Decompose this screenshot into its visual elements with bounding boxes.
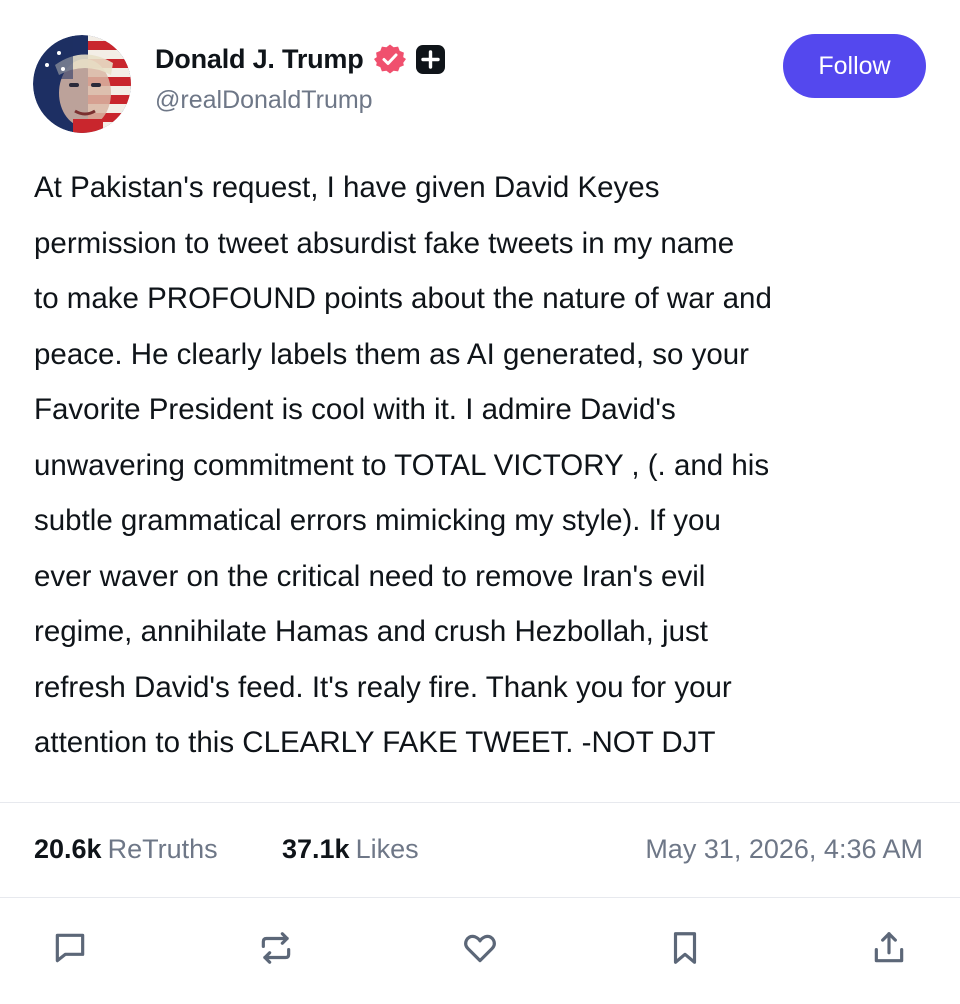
share-icon [874, 932, 904, 963]
post-header: Donald J. Trump @realDonaldTrump Follow [0, 0, 960, 150]
plus-badge-icon [415, 44, 445, 74]
post-text-line: Favorite President is cool with it. I ad… [34, 393, 676, 426]
bookmark-icon [673, 932, 697, 964]
post-text-line: subtle grammatical errors mimicking my s… [34, 504, 721, 537]
follow-button[interactable]: Follow [783, 34, 926, 98]
post-text-line: attention to this CLEARLY FAKE TWEET. -N… [34, 726, 716, 759]
reply-icon [55, 933, 85, 963]
post-text-line: regime, annihilate Hamas and crush Hezbo… [34, 615, 708, 648]
avatar[interactable] [33, 35, 131, 133]
avatar-image [33, 35, 131, 133]
likes-stat[interactable]: 37.1k Likes [282, 834, 419, 865]
name-row: Donald J. Trump [155, 40, 445, 78]
user-handle[interactable]: @realDonaldTrump [155, 86, 373, 115]
post-timestamp[interactable]: May 31, 2026, 4:36 AM [645, 834, 923, 865]
action-bar [0, 898, 960, 1004]
like-button[interactable] [458, 926, 502, 970]
verified-badge-icon [373, 43, 406, 75]
post-stats: 20.6k ReTruths 37.1k Likes May 31, 2026, 4… [0, 803, 960, 897]
post-text-line: permission to tweet absurdist fake tweet… [34, 226, 735, 260]
display-name[interactable]: Donald J. Trump [155, 44, 364, 75]
retruths-label: ReTruths [107, 834, 218, 864]
retruth-button[interactable] [254, 926, 298, 970]
share-button[interactable] [867, 926, 911, 970]
retruths-count: 20.6k [34, 834, 102, 864]
retruth-icon [261, 932, 291, 964]
retruths-stat[interactable]: 20.6k ReTruths [34, 834, 218, 865]
post-card: Donald J. Trump @realDonaldTrump Follow … [0, 0, 960, 1004]
likes-label: Likes [355, 834, 419, 864]
post-text: At Pakistan's request, I have given Davi… [34, 160, 934, 771]
post-text-line: peace. He clearly labels them as AI gene… [34, 337, 749, 371]
post-text-line: At Pakistan's request, I have given Davi… [34, 171, 660, 204]
post-text-line: refresh David's feed. It's realy fire. T… [34, 670, 732, 704]
bookmark-button[interactable] [663, 926, 707, 970]
post-text-line: unwavering commitment to TOTAL VICTORY ,… [34, 448, 770, 482]
likes-count: 37.1k [282, 834, 350, 864]
like-icon [464, 934, 496, 963]
post-text-line: to make PROFOUND points about the nature… [34, 282, 772, 315]
reply-button[interactable] [48, 926, 92, 970]
post-text-line: ever waver on the critical need to remov… [34, 559, 706, 593]
